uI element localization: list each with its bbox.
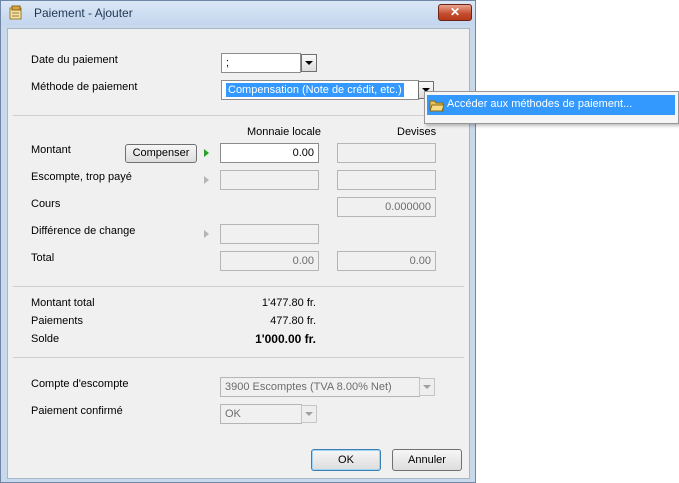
menu-item-manage-methods[interactable]: Accéder aux méthodes de paiement... [427, 95, 675, 115]
diff-change-input[interactable] [220, 224, 319, 244]
escompte-currency-input[interactable] [337, 170, 436, 190]
chevron-down-icon [305, 61, 313, 65]
paiements-value: 477.80 fr. [270, 315, 316, 327]
divider-options [13, 357, 464, 358]
montant-currency-input[interactable] [337, 143, 436, 163]
close-icon: ✕ [449, 5, 461, 19]
total-currency-input: 0.00 [337, 251, 436, 271]
diff-change-label: Différence de change [31, 225, 136, 237]
arrow-right-icon [204, 230, 209, 238]
montant-local-input[interactable]: 0.00 [220, 143, 319, 163]
cours-input[interactable]: 0.000000 [337, 197, 436, 217]
window-title: Paiement - Ajouter [34, 6, 133, 20]
payment-dialog: Paiement - Ajouter ✕ Date du paiement ; … [0, 0, 476, 483]
method-select[interactable]: Compensation (Note de crédit, etc.) [221, 80, 419, 100]
compte-escompte-label: Compte d'escompte [31, 378, 129, 390]
paiement-confirme-select[interactable]: OK [220, 404, 302, 424]
column-header-local: Monnaie locale [247, 126, 321, 138]
total-label: Total [31, 252, 55, 264]
solde-label: Solde [31, 333, 60, 345]
escompte-local-input[interactable] [220, 170, 319, 190]
title-bar[interactable]: Paiement - Ajouter ✕ [1, 1, 475, 25]
dialog-body: Date du paiement ; Méthode de paiement C… [7, 28, 470, 479]
date-input[interactable]: ; [221, 53, 301, 73]
confirme-dropdown-button[interactable] [301, 405, 317, 423]
total-local-input: 0.00 [220, 251, 319, 271]
montant-total-value: 1'477.80 fr. [261, 297, 316, 309]
column-header-currency: Devises [397, 126, 437, 138]
cours-label: Cours [31, 198, 61, 210]
compte-escompte-select[interactable]: 3900 Escomptes (TVA 8.00% Net) [220, 377, 420, 397]
method-selected-value: Compensation (Note de crédit, etc.) [226, 83, 404, 97]
paiements-label: Paiements [31, 315, 83, 327]
montant-total-label: Montant total [31, 297, 95, 309]
paiement-confirme-label: Paiement confirmé [31, 405, 123, 417]
method-label: Méthode de paiement [31, 81, 138, 93]
divider-summary [13, 286, 464, 287]
date-label: Date du paiement [31, 54, 118, 66]
compte-dropdown-button[interactable] [419, 378, 435, 396]
close-button[interactable]: ✕ [438, 4, 472, 21]
chevron-down-icon [423, 385, 431, 389]
cancel-button[interactable]: Annuler [392, 449, 462, 471]
arrow-right-icon [204, 149, 209, 157]
escompte-label: Escompte, trop payé [31, 171, 132, 183]
solde-value: 1'000.00 fr. [255, 332, 316, 346]
chevron-down-icon [305, 412, 313, 416]
menu-item-label: Accéder aux méthodes de paiement... [447, 98, 633, 110]
divider-amounts [13, 115, 464, 116]
method-context-menu: Accéder aux méthodes de paiement... [424, 91, 679, 124]
app-icon [9, 5, 22, 20]
date-dropdown-button[interactable] [301, 54, 317, 72]
ok-button[interactable]: OK [311, 449, 381, 471]
arrow-right-icon [204, 176, 209, 184]
montant-label: Montant [31, 144, 71, 156]
compenser-button[interactable]: Compenser [125, 144, 197, 163]
folder-open-icon [429, 100, 445, 112]
